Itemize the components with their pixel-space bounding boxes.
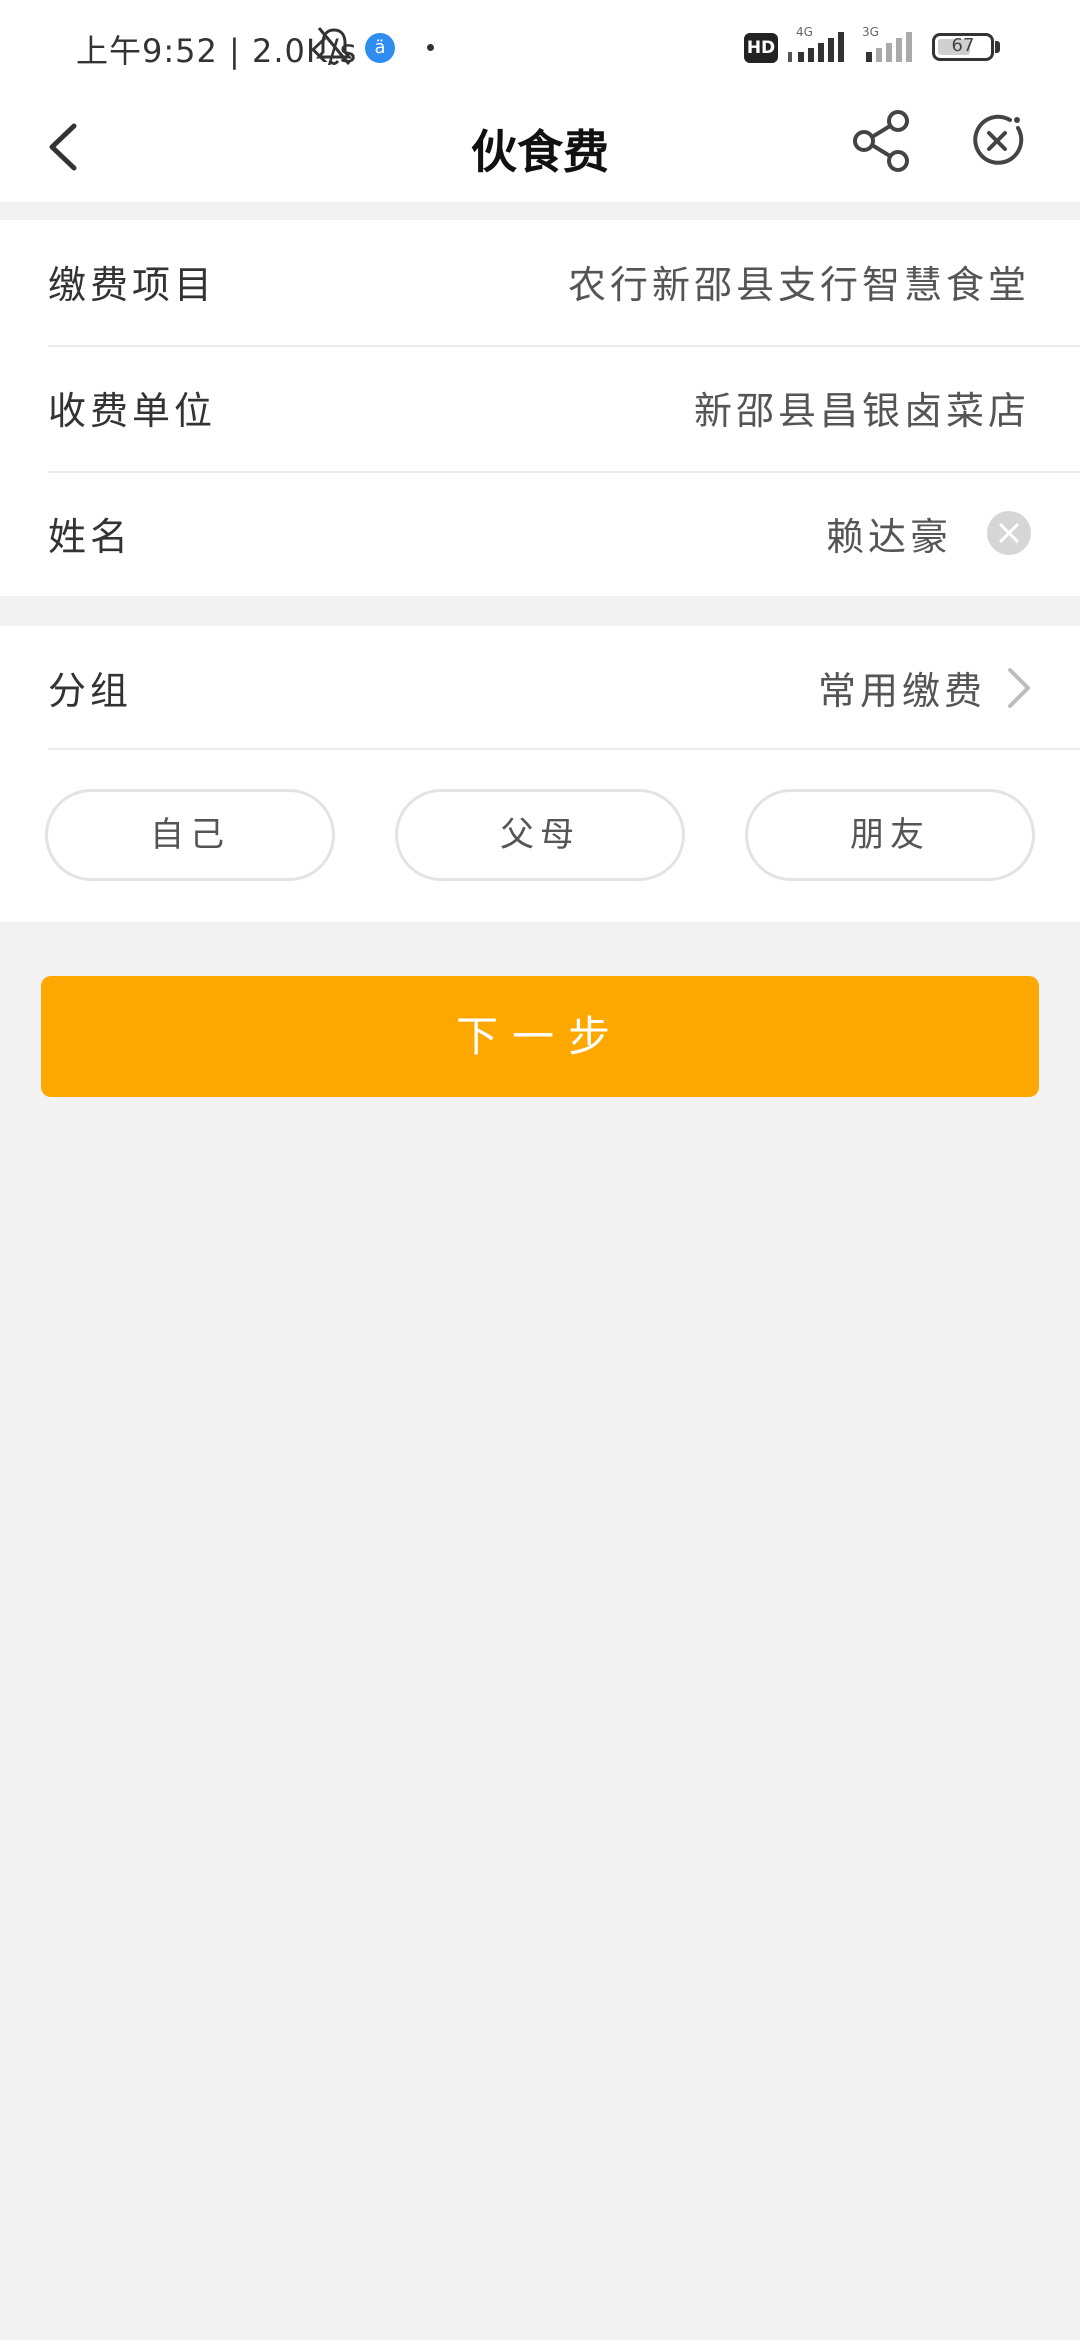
share-icon[interactable] xyxy=(846,106,916,176)
project-value: 农行新邵县支行智慧食堂 xyxy=(567,263,1030,307)
name-input[interactable]: 赖达豪 xyxy=(826,506,952,561)
bell-muted-icon xyxy=(315,27,353,65)
nav-bar: 伙食费 xyxy=(0,96,1080,202)
battery-icon: 67 xyxy=(932,33,994,61)
battery-level-text: 67 xyxy=(951,35,975,56)
payee-label: 收费单位 xyxy=(48,389,217,433)
group-chip-self[interactable]: 自己 xyxy=(45,789,335,881)
signal-3g-icon: 3G xyxy=(862,25,912,62)
divider xyxy=(48,748,1080,750)
group-chip-parents[interactable]: 父母 xyxy=(395,789,685,881)
signal-4g-label: 4G xyxy=(796,25,813,39)
group-chip-friends[interactable]: 朋友 xyxy=(745,789,1035,881)
group-value[interactable]: 常用缴费 xyxy=(818,660,986,715)
payee-value: 新邵县昌银卤菜店 xyxy=(693,389,1030,433)
signal-3g-label: 3G xyxy=(862,25,879,39)
group-label: 分组 xyxy=(48,669,133,713)
page-title: 伙食费 xyxy=(471,125,609,179)
name-row[interactable]: 姓名 赖达豪 xyxy=(0,472,1080,598)
more-notifications-dot xyxy=(427,44,434,51)
next-button[interactable]: 下一步 xyxy=(41,976,1039,1097)
app-notification-icon: ä xyxy=(365,33,395,63)
hd-badge: HD xyxy=(744,33,778,63)
name-label: 姓名 xyxy=(48,515,133,559)
battery-tip xyxy=(995,41,1000,53)
clear-icon[interactable] xyxy=(987,511,1031,555)
payee-row: 收费单位 新邵县昌银卤菜店 xyxy=(0,346,1080,472)
signal-4g-icon: 4G xyxy=(788,25,844,62)
payment-info-card: 缴费项目 农行新邵县支行智慧食堂 收费单位 新邵县昌银卤菜店 姓名 赖达豪 xyxy=(0,220,1080,596)
close-circle-icon[interactable] xyxy=(962,106,1032,176)
chevron-right-icon[interactable] xyxy=(1000,664,1036,712)
group-row[interactable]: 分组 常用缴费 xyxy=(0,626,1080,752)
project-label: 缴费项目 xyxy=(48,263,217,307)
status-bar: 上午9:52 | 2.0K/s ä HD 4G 3G 67 xyxy=(0,0,1080,96)
project-row: 缴费项目 农行新邵县支行智慧食堂 xyxy=(0,220,1080,346)
